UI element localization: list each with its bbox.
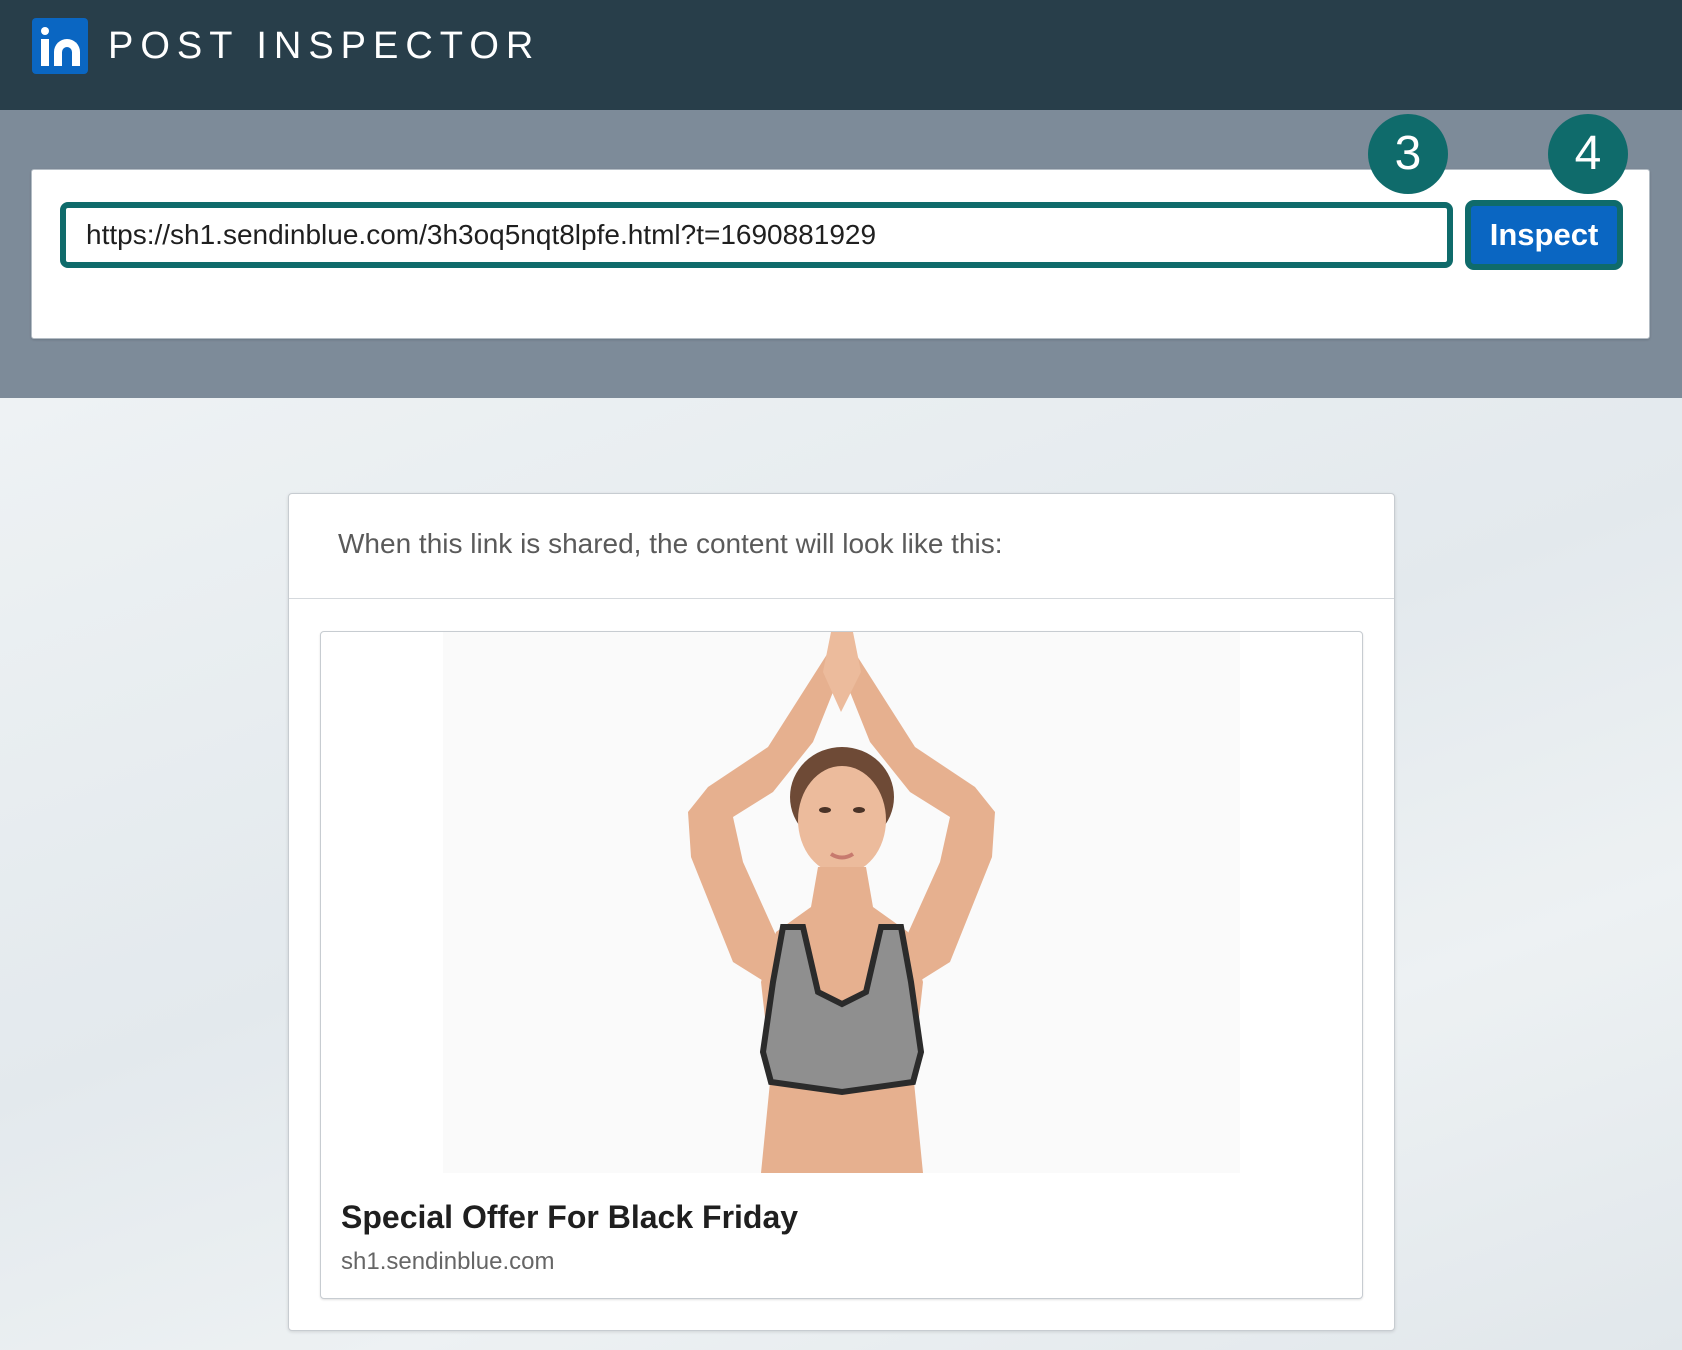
preview-domain: sh1.sendinblue.com bbox=[341, 1248, 555, 1275]
linkedin-logo-icon bbox=[32, 18, 88, 74]
app-title: POST INSPECTOR bbox=[108, 25, 541, 67]
url-input[interactable] bbox=[60, 202, 1453, 268]
step-badge-3: 3 bbox=[1368, 114, 1448, 194]
preview-title[interactable]: Special Offer For Black Friday bbox=[341, 1199, 798, 1236]
result-divider bbox=[289, 598, 1394, 599]
result-header: When this link is shared, the content wi… bbox=[338, 528, 1003, 559]
inspect-button[interactable]: Inspect bbox=[1465, 200, 1623, 270]
top-bar: POST INSPECTOR bbox=[0, 0, 1682, 110]
step-badge-4: 4 bbox=[1548, 114, 1628, 194]
preview-image bbox=[443, 632, 1240, 1173]
